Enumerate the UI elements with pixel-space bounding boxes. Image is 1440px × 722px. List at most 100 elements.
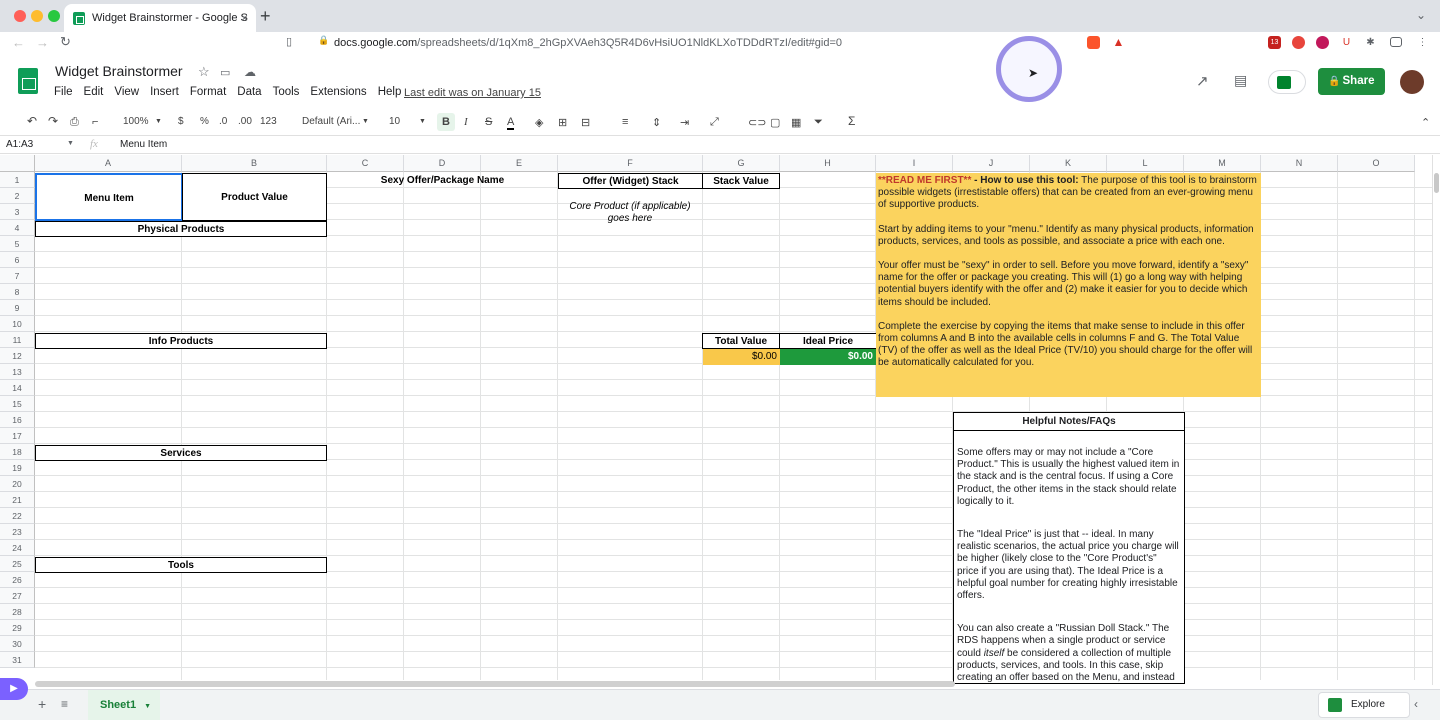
zoom-select[interactable]: 100% <box>123 116 149 127</box>
row-header-7[interactable]: 7 <box>0 268 35 284</box>
row-header-21[interactable]: 21 <box>0 492 35 508</box>
tab-search-icon[interactable]: ⌄ <box>1416 8 1426 22</box>
cell-info-products[interactable]: Info Products <box>35 333 327 349</box>
bold-button[interactable]: B <box>437 113 455 131</box>
brave-shield-icon[interactable] <box>1087 36 1100 49</box>
row-header-2[interactable]: 2 <box>0 188 35 204</box>
row-header-30[interactable]: 30 <box>0 636 35 652</box>
helpful-notes-block[interactable]: Helpful Notes/FAQs Some offers may or ma… <box>953 412 1185 684</box>
sheet-tab[interactable]: Sheet1 ▼ <box>88 690 160 720</box>
decrease-decimal-button[interactable]: .0 <box>219 116 227 127</box>
column-header-h[interactable]: H <box>780 155 876 172</box>
filter-icon[interactable]: ⏷ <box>814 116 823 129</box>
url-field[interactable]: docs.google.com/spreadsheets/d/1qXm8_2hG… <box>334 34 1104 52</box>
align-icon[interactable]: ≡ <box>622 116 628 128</box>
warning-triangle-icon[interactable]: ▲ <box>1112 36 1125 49</box>
star-icon[interactable]: ☆ <box>198 64 210 80</box>
row-header-4[interactable]: 4 <box>0 220 35 236</box>
zoom-window-button[interactable] <box>48 10 60 22</box>
row-header-18[interactable]: 18 <box>0 444 35 460</box>
comment-icon[interactable]: ▢ <box>770 116 780 129</box>
row-header-23[interactable]: 23 <box>0 524 35 540</box>
menu-edit[interactable]: Edit <box>84 86 104 98</box>
merge-cells-icon[interactable]: ⊟ <box>581 116 590 129</box>
column-header-m[interactable]: M <box>1184 155 1261 172</box>
menu-format[interactable]: Format <box>190 86 226 98</box>
row-header-27[interactable]: 27 <box>0 588 35 604</box>
tab-close-icon[interactable]: × <box>241 4 248 32</box>
row-header-31[interactable]: 31 <box>0 652 35 668</box>
row-header-5[interactable]: 5 <box>0 236 35 252</box>
font-size-select[interactable]: 10 <box>389 116 400 127</box>
bookmark-icon[interactable]: ▯ <box>286 35 292 48</box>
row-header-16[interactable]: 16 <box>0 412 35 428</box>
column-header-c[interactable]: C <box>327 155 404 172</box>
row-header-29[interactable]: 29 <box>0 620 35 636</box>
horizontal-scrollbar[interactable] <box>35 681 955 687</box>
puzzle-icon[interactable]: ✱ <box>1364 36 1377 49</box>
extension-icon[interactable]: U <box>1340 36 1353 49</box>
row-header-26[interactable]: 26 <box>0 572 35 588</box>
italic-button[interactable]: I <box>464 116 468 128</box>
column-header-d[interactable]: D <box>404 155 481 172</box>
cell-menu-item[interactable]: Menu Item <box>35 173 183 221</box>
cell-ideal-price-header[interactable]: Ideal Price <box>779 333 877 349</box>
print-icon[interactable]: ⎙ <box>70 116 79 129</box>
trend-icon[interactable]: ↗ <box>1196 72 1209 90</box>
vertical-align-icon[interactable]: ⇕ <box>652 116 661 129</box>
menu-view[interactable]: View <box>114 86 139 98</box>
cell-ideal-price-amount[interactable]: $0.00 <box>780 349 876 365</box>
redo-icon[interactable]: ↷ <box>48 114 58 128</box>
cell-offer-stack-header[interactable]: Offer (Widget) Stack <box>558 173 703 189</box>
formula-input[interactable]: Menu Item <box>120 139 167 150</box>
row-header-25[interactable]: 25 <box>0 556 35 572</box>
column-header-n[interactable]: N <box>1261 155 1338 172</box>
row-header-17[interactable]: 17 <box>0 428 35 444</box>
extension-badge[interactable]: 13 <box>1268 36 1281 49</box>
all-sheets-icon[interactable]: ≡ <box>61 697 68 711</box>
menu-data[interactable]: Data <box>237 86 261 98</box>
borders-icon[interactable]: ⊞ <box>558 116 567 129</box>
paint-format-icon[interactable]: ⌐ <box>92 116 98 128</box>
document-title[interactable]: Widget Brainstormer <box>55 63 183 79</box>
browser-tab[interactable]: Widget Brainstormer - Google S × <box>64 4 256 32</box>
minimize-window-button[interactable] <box>31 10 43 22</box>
row-header-14[interactable]: 14 <box>0 380 35 396</box>
link-icon[interactable]: ⊂⊃ <box>748 116 766 129</box>
column-header-a[interactable]: A <box>35 155 182 172</box>
row-header-8[interactable]: 8 <box>0 284 35 300</box>
move-folder-icon[interactable]: ▭ <box>220 66 230 79</box>
strikethrough-button[interactable]: S <box>485 116 492 128</box>
row-header-9[interactable]: 9 <box>0 300 35 316</box>
extension-icon[interactable] <box>1316 36 1329 49</box>
column-header-e[interactable]: E <box>481 155 558 172</box>
explore-button[interactable]: Explore <box>1318 692 1410 718</box>
vertical-scrollbar[interactable] <box>1432 155 1440 685</box>
column-header-l[interactable]: L <box>1107 155 1184 172</box>
sheets-logo-icon[interactable] <box>18 68 38 94</box>
avatar[interactable] <box>1400 70 1424 94</box>
add-sheet-icon[interactable]: + <box>38 696 46 712</box>
cell-physical-products[interactable]: Physical Products <box>35 221 327 237</box>
back-icon[interactable]: ← <box>12 35 25 50</box>
currency-format-button[interactable]: $ <box>178 116 184 127</box>
cell-product-value[interactable]: Product Value <box>182 173 327 221</box>
column-header-i[interactable]: I <box>876 155 953 172</box>
last-edit-link[interactable]: Last edit was on January 15 <box>404 87 541 99</box>
row-header-20[interactable]: 20 <box>0 476 35 492</box>
extension-icon[interactable] <box>1292 36 1305 49</box>
close-window-button[interactable] <box>14 10 26 22</box>
more-formats-button[interactable]: 123 <box>260 116 277 127</box>
cell-offer-name-header[interactable]: Sexy Offer/Package Name <box>327 173 558 189</box>
row-header-15[interactable]: 15 <box>0 396 35 412</box>
menu-extensions[interactable]: Extensions <box>310 86 366 98</box>
menu-help[interactable]: Help <box>378 86 402 98</box>
select-all-corner[interactable] <box>0 155 35 172</box>
browser-menu-icon[interactable]: ⋮ <box>1416 36 1429 49</box>
cell-stack-value-header[interactable]: Stack Value <box>702 173 780 189</box>
comments-icon[interactable]: ▤ <box>1234 72 1247 89</box>
name-box[interactable]: A1:A3 <box>6 139 33 150</box>
chart-icon[interactable]: ▦ <box>791 116 801 129</box>
sidebar-icon[interactable] <box>1390 37 1402 47</box>
collapse-toolbar-icon[interactable]: ⌃ <box>1421 116 1430 129</box>
